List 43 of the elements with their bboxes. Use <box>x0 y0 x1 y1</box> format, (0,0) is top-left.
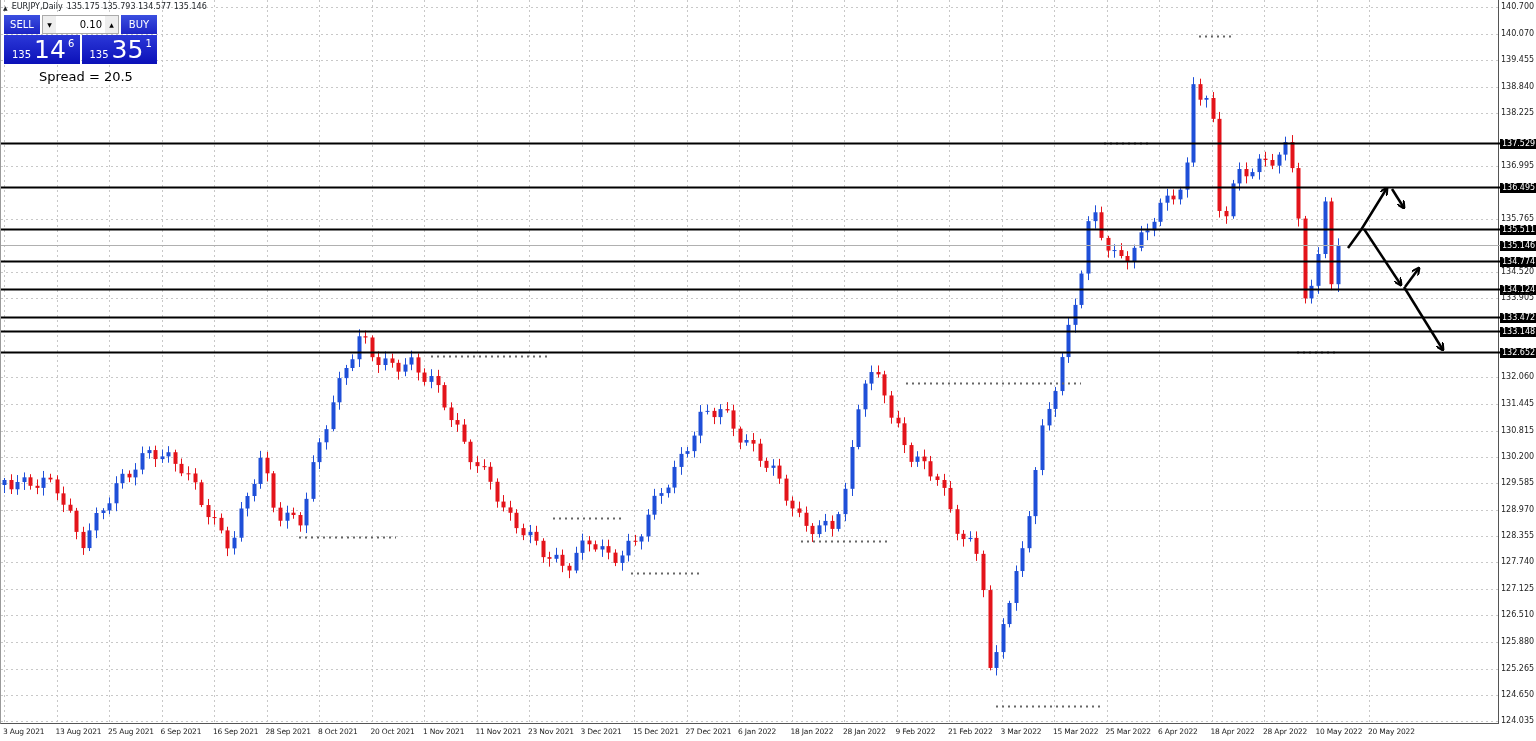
price-tick-label: 124.650 <box>1501 689 1535 700</box>
price-fraction: 1 <box>145 37 152 51</box>
current-price-label: 135.146 <box>1500 240 1536 251</box>
buy-button[interactable]: BUY <box>121 15 157 34</box>
price-tick-label: 125.265 <box>1501 663 1535 674</box>
spread-label: Spread = 20.5 <box>39 68 134 86</box>
price-tick-label: 129.585 <box>1501 478 1535 489</box>
level-price-label: 136.495 <box>1500 182 1536 193</box>
price-tick-label: 132.060 <box>1501 372 1535 383</box>
level-price-label: 134.124 <box>1500 284 1536 295</box>
price-tick-label: 138.225 <box>1501 108 1535 119</box>
price-tick-label: 128.970 <box>1501 504 1535 515</box>
price-tick-label: 133.905 <box>1501 293 1535 304</box>
price-tick-label: 134.520 <box>1501 266 1535 277</box>
price-tick-label: 127.125 <box>1501 583 1535 594</box>
symbol-title: EURJPY,Daily <box>11 1 63 13</box>
price-tick-label: 140.070 <box>1501 29 1535 40</box>
price-tick-label: 138.840 <box>1501 81 1535 92</box>
level-price-label: 133.472 <box>1500 312 1536 323</box>
price-tick-label: 135.765 <box>1501 213 1535 224</box>
price-tick-label: 140.700 <box>1501 2 1535 13</box>
level-price-label: 133.148 <box>1500 326 1536 337</box>
price-fraction: 6 <box>67 37 75 51</box>
price-tick-label: 130.815 <box>1501 425 1535 436</box>
level-price-label: 134.774 <box>1500 256 1536 267</box>
price-tick-label: 139.455 <box>1501 55 1535 66</box>
price-tick-label: 136.995 <box>1501 160 1535 171</box>
price-tick-label: 128.355 <box>1501 531 1535 542</box>
price-tick-label: 126.510 <box>1501 610 1535 621</box>
price-pips: 14 <box>34 37 66 62</box>
level-price-label: 137.529 <box>1500 138 1536 149</box>
price-tick-label: 125.880 <box>1501 637 1535 648</box>
ohlc-values: 135.175 135.793 134.577 135.146 <box>66 1 207 13</box>
price-tick-label: 131.445 <box>1501 398 1535 409</box>
level-price-label: 132.652 <box>1500 347 1536 358</box>
price-tick-label: 124.035 <box>1501 716 1535 727</box>
price-tick-label: 130.200 <box>1501 452 1535 463</box>
sell-button[interactable]: SELL <box>4 15 40 34</box>
price-tick-label: 127.740 <box>1501 557 1535 568</box>
price-prefix: 135 <box>12 48 32 62</box>
level-price-label: 135.511 <box>1500 224 1536 235</box>
price-prefix: 135 <box>89 48 109 62</box>
price-pips: 35 <box>111 37 144 62</box>
